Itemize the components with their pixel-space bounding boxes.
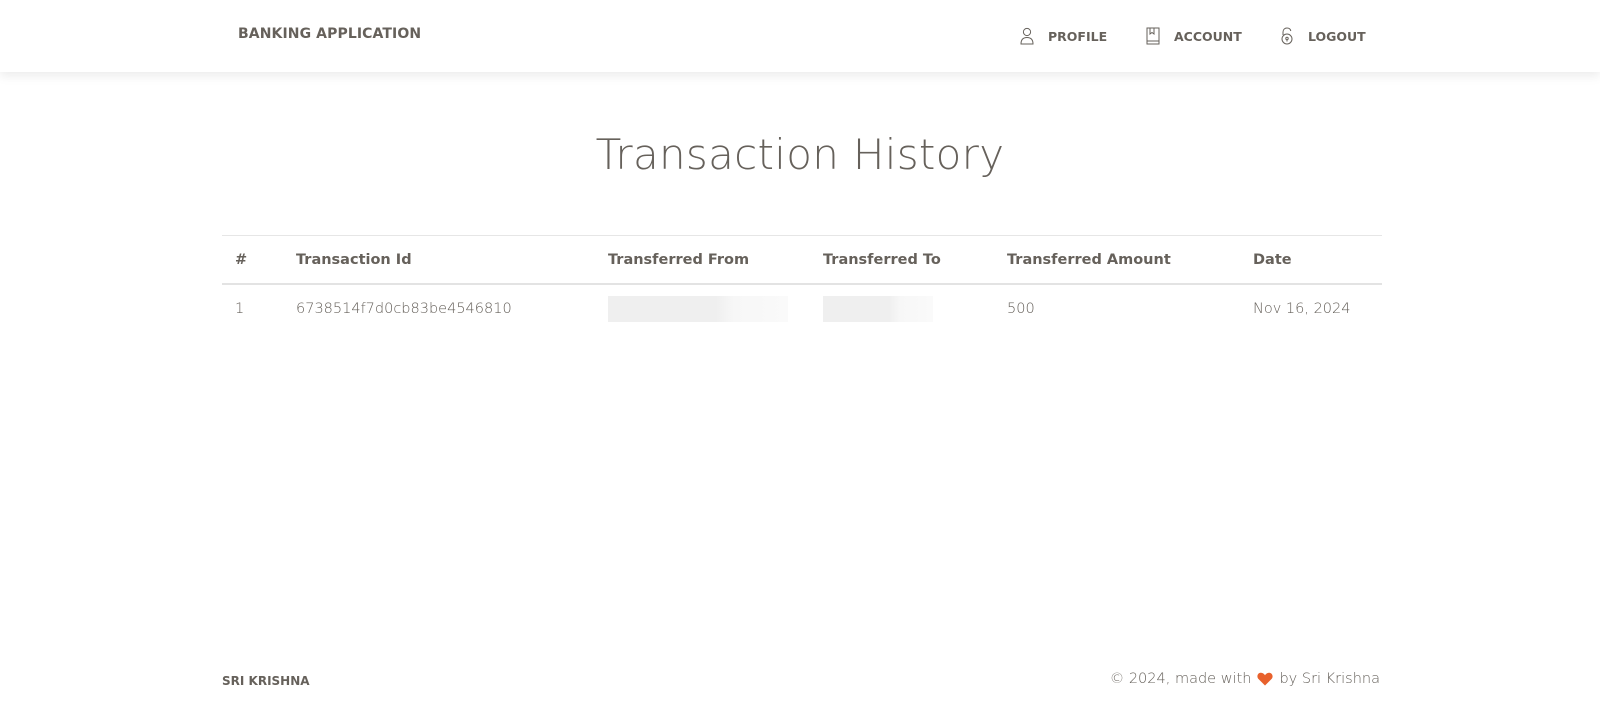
table-row: 1 6738514f7d0cb83be4546810 500 Nov 16, 2… <box>222 284 1382 333</box>
header-transferred-amount: Transferred Amount <box>1007 235 1253 285</box>
nav-profile-link[interactable]: PROFILE <box>1020 26 1107 46</box>
transaction-table: # Transaction Id Transferred From Transf… <box>222 235 1382 333</box>
cell-date: Nov 16, 2024 <box>1253 301 1351 317</box>
header-transaction-id: Transaction Id <box>296 235 608 285</box>
nav-profile-label: PROFILE <box>1048 28 1108 44</box>
header-transferred-from: Transferred From <box>608 235 823 285</box>
footer-copyright: © 2024, made with <box>1109 671 1252 687</box>
navbar: BANKING APPLICATION PROFILE ACCOUNT LOGO… <box>0 0 1600 72</box>
nav-account-label: ACCOUNT <box>1174 28 1242 44</box>
brand-link[interactable]: BANKING APPLICATION <box>238 26 421 42</box>
footer-brand: SRI KRISHNA <box>222 674 310 688</box>
table-header-row: # Transaction Id Transferred From Transf… <box>222 235 1382 285</box>
cell-transferred-from <box>608 284 823 333</box>
page-title: Transaction History <box>595 130 1005 179</box>
user-icon <box>1020 27 1034 45</box>
footer-credits: © 2024, made with by Sri Krishna <box>1110 671 1380 687</box>
cell-number: 1 <box>235 301 245 317</box>
header-transferred-to: Transferred To <box>823 235 1007 285</box>
cell-transferred-to <box>823 284 1007 333</box>
nav-logout-link[interactable]: LOGOUT <box>1280 26 1366 46</box>
nav-account-link[interactable]: ACCOUNT <box>1146 26 1242 46</box>
nav-logout-label: LOGOUT <box>1308 28 1366 44</box>
unlock-icon <box>1281 27 1293 45</box>
heart-icon <box>1257 672 1274 686</box>
header-date: Date <box>1253 235 1382 285</box>
footer-author: by Sri Krishna <box>1279 671 1380 687</box>
cell-transaction-id: 6738514f7d0cb83be4546810 <box>296 301 512 317</box>
cell-amount: 500 <box>1007 301 1035 317</box>
header-number: # <box>222 235 296 285</box>
bookmark-book-icon <box>1146 27 1160 45</box>
transaction-table-container: # Transaction Id Transferred From Transf… <box>222 235 1382 333</box>
redacted-block <box>823 296 933 322</box>
redacted-block <box>608 296 788 322</box>
